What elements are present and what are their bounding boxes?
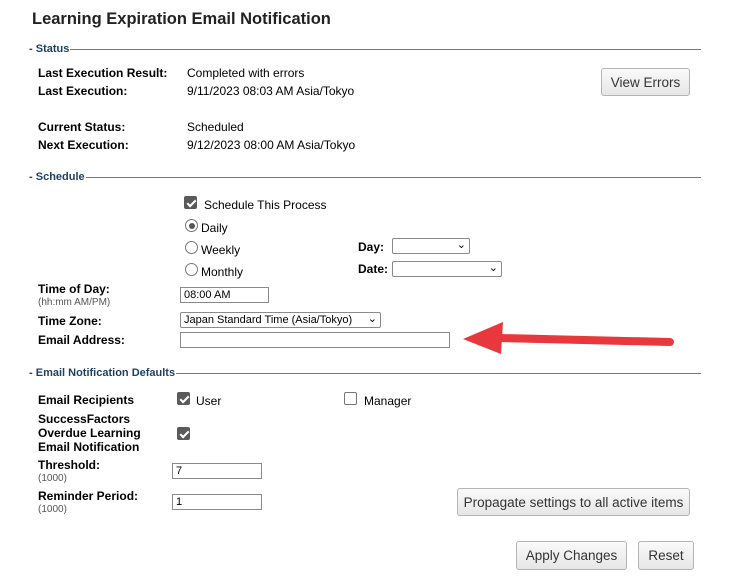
status-divider xyxy=(28,49,701,50)
sf-overdue-checkbox[interactable] xyxy=(177,427,190,440)
threshold-input[interactable]: 7 xyxy=(172,463,262,479)
time-of-day-label: Time of Day: xyxy=(38,282,110,296)
defaults-legend-text: Email Notification Defaults xyxy=(35,367,176,379)
last-execution-value: 9/11/2023 08:03 AM Asia/Tokyo xyxy=(187,84,355,98)
monthly-radio[interactable] xyxy=(185,263,198,276)
defaults-legend: - Email Notification Defaults xyxy=(28,367,177,379)
annotation-arrow-icon xyxy=(463,322,674,354)
next-execution-label: Next Execution: xyxy=(38,138,129,152)
chevron-down-icon: ⌄ xyxy=(367,313,377,325)
email-address-input[interactable] xyxy=(180,332,450,348)
user-label: User xyxy=(196,394,222,408)
next-execution-value: 9/12/2023 08:00 AM Asia/Tokyo xyxy=(187,138,356,152)
reminder-period-hint: (1000) xyxy=(38,504,67,515)
status-legend-text: Status xyxy=(35,43,70,55)
status-legend: - Status xyxy=(28,43,71,55)
time-format-hint: (hh:mm AM/PM) xyxy=(38,297,111,308)
time-zone-label: Time Zone: xyxy=(38,314,102,328)
page-title: Learning Expiration Email Notification xyxy=(32,10,331,28)
chevron-down-icon: ⌄ xyxy=(456,239,466,251)
sf-label-line3: Email Notification xyxy=(38,440,140,454)
last-result-value: Completed with errors xyxy=(187,66,305,80)
current-status-label: Current Status: xyxy=(38,120,126,134)
manager-checkbox[interactable] xyxy=(344,392,357,405)
schedule-legend: - Schedule xyxy=(28,171,86,183)
date-select[interactable]: ⌄ xyxy=(392,261,502,277)
schedule-process-checkbox[interactable] xyxy=(184,196,197,209)
last-result-label: Last Execution Result: xyxy=(38,66,168,80)
threshold-label: Threshold: xyxy=(38,458,100,472)
current-status-value: Scheduled xyxy=(187,120,244,134)
email-recipients-label: Email Recipients xyxy=(38,393,135,407)
time-zone-select[interactable]: Japan Standard Time (Asia/Tokyo) ⌄ xyxy=(180,312,381,328)
day-label: Day: xyxy=(358,240,385,254)
schedule-process-label: Schedule This Process xyxy=(204,198,327,212)
monthly-label: Monthly xyxy=(201,265,244,279)
weekly-label: Weekly xyxy=(201,243,241,257)
sf-label-line2: Overdue Learning xyxy=(38,426,141,440)
date-label: Date: xyxy=(358,262,389,276)
apply-changes-button[interactable]: Apply Changes xyxy=(516,541,627,570)
reminder-period-input[interactable]: 1 xyxy=(172,494,262,510)
daily-label: Daily xyxy=(201,221,228,235)
chevron-down-icon: ⌄ xyxy=(488,262,498,274)
last-execution-label: Last Execution: xyxy=(38,84,128,98)
time-zone-select-value: Japan Standard Time (Asia/Tokyo) xyxy=(184,314,353,326)
schedule-divider xyxy=(28,177,701,178)
day-select[interactable]: ⌄ xyxy=(392,238,470,254)
schedule-legend-text: Schedule xyxy=(35,171,85,183)
daily-radio[interactable] xyxy=(185,219,198,232)
propagate-settings-button[interactable]: Propagate settings to all active items xyxy=(457,488,690,516)
view-errors-button[interactable]: View Errors xyxy=(601,68,690,96)
email-address-label-text: Email Address: xyxy=(38,333,125,347)
user-checkbox[interactable] xyxy=(177,392,190,405)
sf-label-line1: SuccessFactors xyxy=(38,412,131,426)
manager-label: Manager xyxy=(364,394,412,408)
time-of-day-input[interactable]: 08:00 AM xyxy=(180,287,269,303)
email-address-label: Email Address: xyxy=(38,333,125,347)
reset-button[interactable]: Reset xyxy=(638,541,694,570)
weekly-radio[interactable] xyxy=(185,241,198,254)
threshold-hint: (1000) xyxy=(38,473,67,484)
reminder-period-label: Reminder Period: xyxy=(38,489,139,503)
